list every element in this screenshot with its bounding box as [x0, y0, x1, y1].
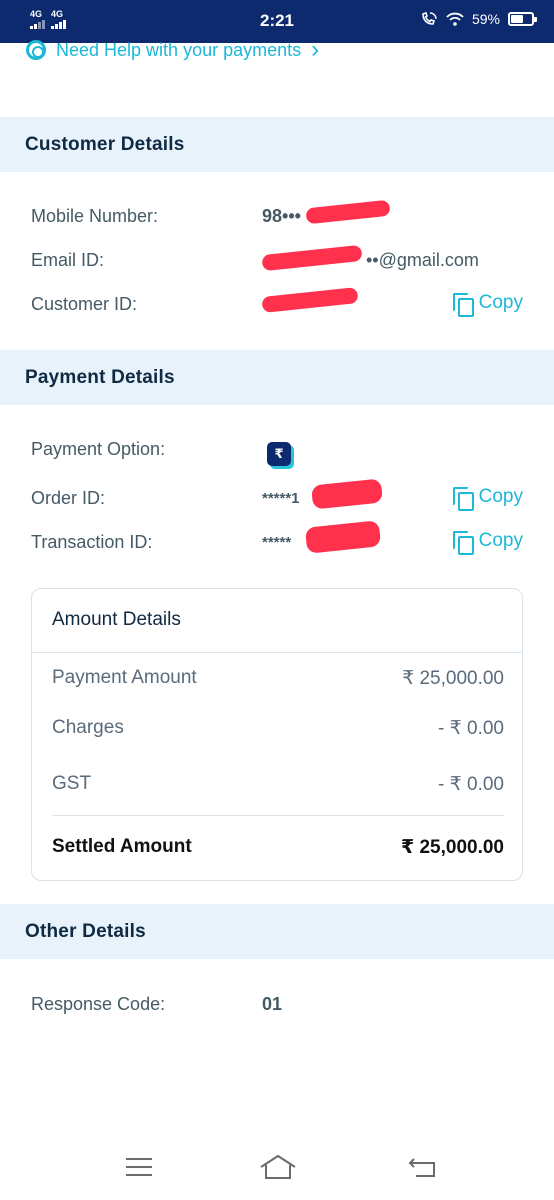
back-icon[interactable]	[408, 1154, 438, 1180]
battery-icon	[508, 12, 537, 26]
copy-label: Copy	[478, 530, 523, 551]
payment-amount-value: ₹ 25,000.00	[402, 668, 504, 689]
copy-customer-id-button[interactable]: Copy	[452, 292, 523, 317]
divider	[52, 815, 504, 816]
copy-icon	[452, 486, 474, 511]
mobile-number-label: Mobile Number:	[31, 206, 159, 226]
copy-label: Copy	[478, 292, 523, 313]
amount-details-card: Amount Details Payment Amount ₹ 25,000.0…	[31, 588, 523, 881]
customer-details-header: Customer Details	[0, 117, 554, 172]
order-id-value: *****1	[262, 490, 300, 507]
transaction-id-value: *****	[262, 534, 292, 551]
divider	[32, 652, 522, 653]
wifi-icon	[446, 12, 464, 26]
charges-value: - ₹ 0.00	[438, 718, 504, 739]
email-value: ••@gmail.com	[366, 250, 479, 270]
help-link[interactable]: Need Help with your payments ›	[26, 37, 319, 63]
settled-amount-label: Settled Amount	[52, 836, 192, 857]
response-code-row: Response Code: 01	[0, 990, 554, 1020]
mobile-number-value: 98•••	[262, 206, 301, 226]
payment-amount-label: Payment Amount	[52, 667, 197, 688]
copy-icon	[452, 530, 474, 555]
copy-icon	[452, 292, 474, 317]
response-code-label: Response Code:	[31, 994, 166, 1014]
payment-option-label: Payment Option:	[31, 439, 166, 459]
other-details-header: Other Details	[0, 904, 554, 959]
charges-row: Charges - ₹ 0.00	[52, 717, 504, 739]
battery-percent: 59%	[471, 11, 500, 27]
amount-details-title: Amount Details	[52, 609, 181, 630]
email-label: Email ID:	[31, 250, 105, 270]
menu-icon[interactable]	[126, 1158, 152, 1176]
customer-id-label: Customer ID:	[31, 294, 138, 314]
copy-label: Copy	[478, 486, 523, 507]
copy-order-id-button[interactable]: Copy	[452, 486, 523, 511]
payment-details-header: Payment Details	[0, 350, 554, 405]
gst-label: GST	[52, 773, 92, 794]
gst-row: GST - ₹ 0.00	[52, 773, 504, 795]
gst-value: - ₹ 0.00	[438, 774, 504, 795]
payment-amount-row: Payment Amount ₹ 25,000.00	[52, 667, 504, 689]
help-lifebuoy-icon	[26, 40, 46, 60]
help-link-label: Need Help with your payments	[56, 39, 302, 60]
charges-label: Charges	[52, 717, 124, 738]
order-id-label: Order ID:	[31, 488, 106, 508]
transaction-id-label: Transaction ID:	[31, 532, 153, 552]
order-id-row: Order ID: *****1 Copy	[0, 484, 554, 514]
settled-amount-row: Settled Amount ₹ 25,000.00	[52, 836, 504, 858]
transaction-id-row: Transaction ID: ***** Copy	[0, 528, 554, 558]
rupee-wallet-icon: ₹	[267, 442, 291, 466]
wifi-calling-icon	[422, 11, 437, 25]
response-code-value: 01	[262, 994, 283, 1014]
copy-transaction-id-button[interactable]: Copy	[452, 530, 523, 555]
chevron-right-icon: ›	[311, 37, 320, 63]
status-right: 59%	[420, 11, 537, 27]
settled-amount-value: ₹ 25,000.00	[400, 837, 504, 858]
mobile-number-row: Mobile Number: 98•••	[0, 202, 554, 232]
navigation-bar	[0, 1140, 554, 1200]
home-icon[interactable]	[259, 1154, 297, 1180]
